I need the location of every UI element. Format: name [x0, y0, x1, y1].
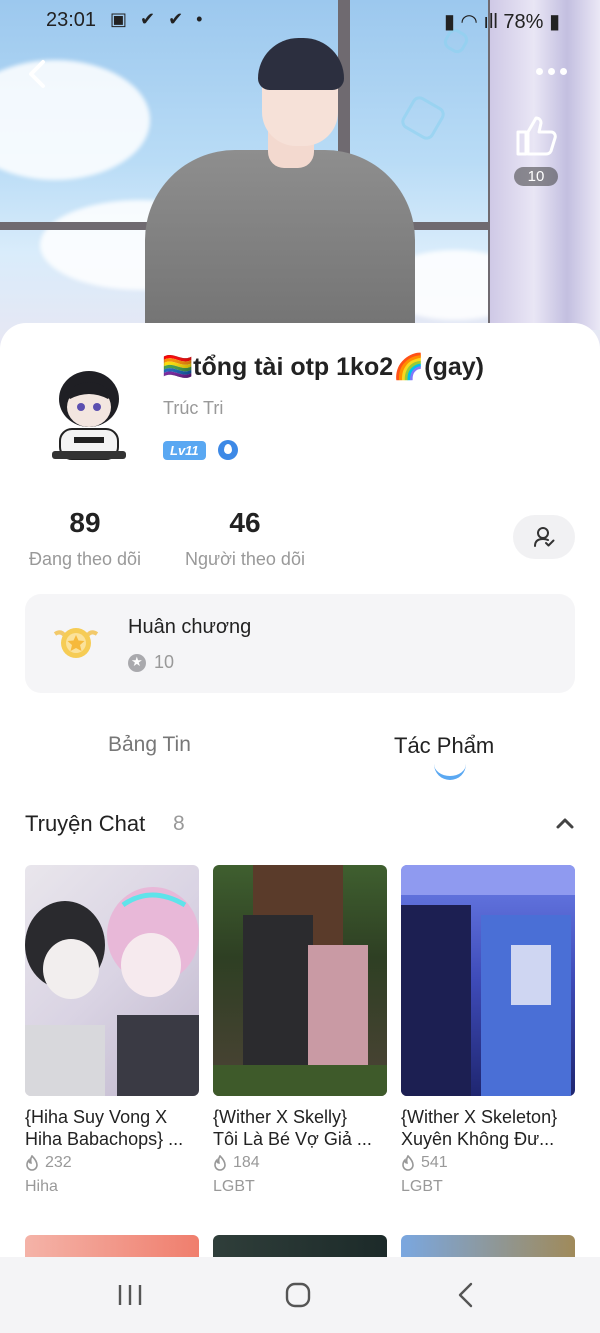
- following-stat[interactable]: 89 Đang theo dõi: [25, 507, 145, 570]
- notification-icons: ▣ ✔ ✔ •: [110, 9, 207, 29]
- hexagon-decoration: [398, 93, 448, 143]
- story-views: 232: [25, 1154, 199, 1172]
- flame-icon: [402, 1155, 414, 1171]
- section-count: 8: [173, 812, 185, 835]
- home-icon: [285, 1282, 311, 1308]
- story-views: 541: [401, 1154, 575, 1172]
- following-count: 89: [69, 507, 101, 538]
- signal-icon: ▮ ◠ ıll: [443, 11, 504, 33]
- flame-icon: [214, 1155, 226, 1171]
- following-label: Đang theo dõi: [28, 549, 142, 569]
- drop-badge-icon[interactable]: [218, 440, 239, 460]
- story-cover-image: [25, 865, 199, 1096]
- medal-count: 10: [154, 652, 175, 672]
- battery-text: 78%: [503, 11, 544, 33]
- star-icon: [128, 653, 146, 672]
- avatar-image: [52, 371, 126, 460]
- badge-row: Lv11: [163, 440, 239, 462]
- medal-title: Huân chương: [128, 616, 252, 638]
- chevron-up-icon[interactable]: [555, 813, 575, 833]
- section-title: Truyện Chat: [25, 811, 146, 836]
- story-card[interactable]: {Wither X Skeleton} Xuyên Không Đư... 54…: [401, 865, 575, 1196]
- tab-feed[interactable]: Bảng Tin: [108, 733, 191, 757]
- recent-apps-button[interactable]: [110, 1279, 150, 1311]
- home-button[interactable]: [278, 1279, 318, 1311]
- status-right: ▮ ◠ ıll 78% ▮: [444, 9, 560, 34]
- story-card[interactable]: {Wither X Skelly} Tôi Là Bé Vợ Giả ... 1…: [213, 865, 387, 1196]
- battery-icon: ▮: [543, 11, 560, 33]
- story-cover-image: [401, 865, 575, 1096]
- story-cover-image: [213, 865, 387, 1096]
- recent-apps-icon: [118, 1285, 142, 1305]
- follow-button[interactable]: [513, 515, 575, 559]
- medal-section[interactable]: Huân chương 10: [25, 594, 575, 693]
- profile-card: 🏳️‍🌈tổng tài otp 1ko2🌈(gay) Trúc Tri Lv1…: [0, 323, 600, 1333]
- tab-works[interactable]: Tác Phẩm: [394, 733, 494, 759]
- chevron-left-icon: [29, 60, 45, 88]
- story-tag: Hiha: [25, 1178, 58, 1195]
- level-badge[interactable]: Lv11: [163, 440, 206, 460]
- character-hair: [258, 38, 344, 90]
- medal-icon: [53, 628, 99, 658]
- profile-subname: Trúc Tri: [163, 398, 224, 418]
- followers-stat[interactable]: 46 Người theo dõi: [180, 507, 310, 570]
- tab-indicator: [434, 764, 466, 780]
- like-count: 10: [514, 167, 558, 186]
- profile-name: 🏳️‍🌈tổng tài otp 1ko2🌈(gay): [162, 353, 484, 381]
- back-button[interactable]: [20, 56, 56, 96]
- story-title: {Hiha Suy Vong X Hiha Babachops} ...: [25, 1107, 184, 1149]
- user-check-icon: [534, 527, 555, 547]
- more-dot-icon: [536, 68, 543, 75]
- story-tag: LGBT: [213, 1178, 255, 1195]
- followers-label: Người theo dõi: [185, 549, 305, 569]
- like-button[interactable]: 10: [508, 112, 564, 186]
- back-icon: [458, 1282, 473, 1308]
- flame-icon: [26, 1155, 38, 1171]
- thumbs-up-icon: [516, 116, 557, 156]
- more-dot-icon: [548, 68, 555, 75]
- story-views: 184: [213, 1154, 387, 1172]
- followers-count: 46: [229, 507, 261, 538]
- story-tag: LGBT: [401, 1178, 443, 1195]
- status-time: 23:01: [46, 9, 97, 31]
- more-dot-icon: [560, 68, 567, 75]
- system-back-button[interactable]: [446, 1279, 486, 1311]
- status-bar: 23:01 ▣ ✔ ✔ • ▮ ◠ ıll 78% ▮: [0, 0, 600, 44]
- more-options-button[interactable]: [536, 62, 576, 86]
- story-card[interactable]: {Hiha Suy Vong X Hiha Babachops} ... 232…: [25, 865, 199, 1196]
- medal-count-row: 10: [128, 652, 174, 673]
- story-title: {Wither X Skelly} Tôi Là Bé Vợ Giả ...: [213, 1107, 372, 1149]
- system-nav-bar: [0, 1257, 600, 1333]
- story-title: {Wither X Skeleton} Xuyên Không Đư...: [401, 1107, 558, 1149]
- avatar[interactable]: [44, 363, 134, 463]
